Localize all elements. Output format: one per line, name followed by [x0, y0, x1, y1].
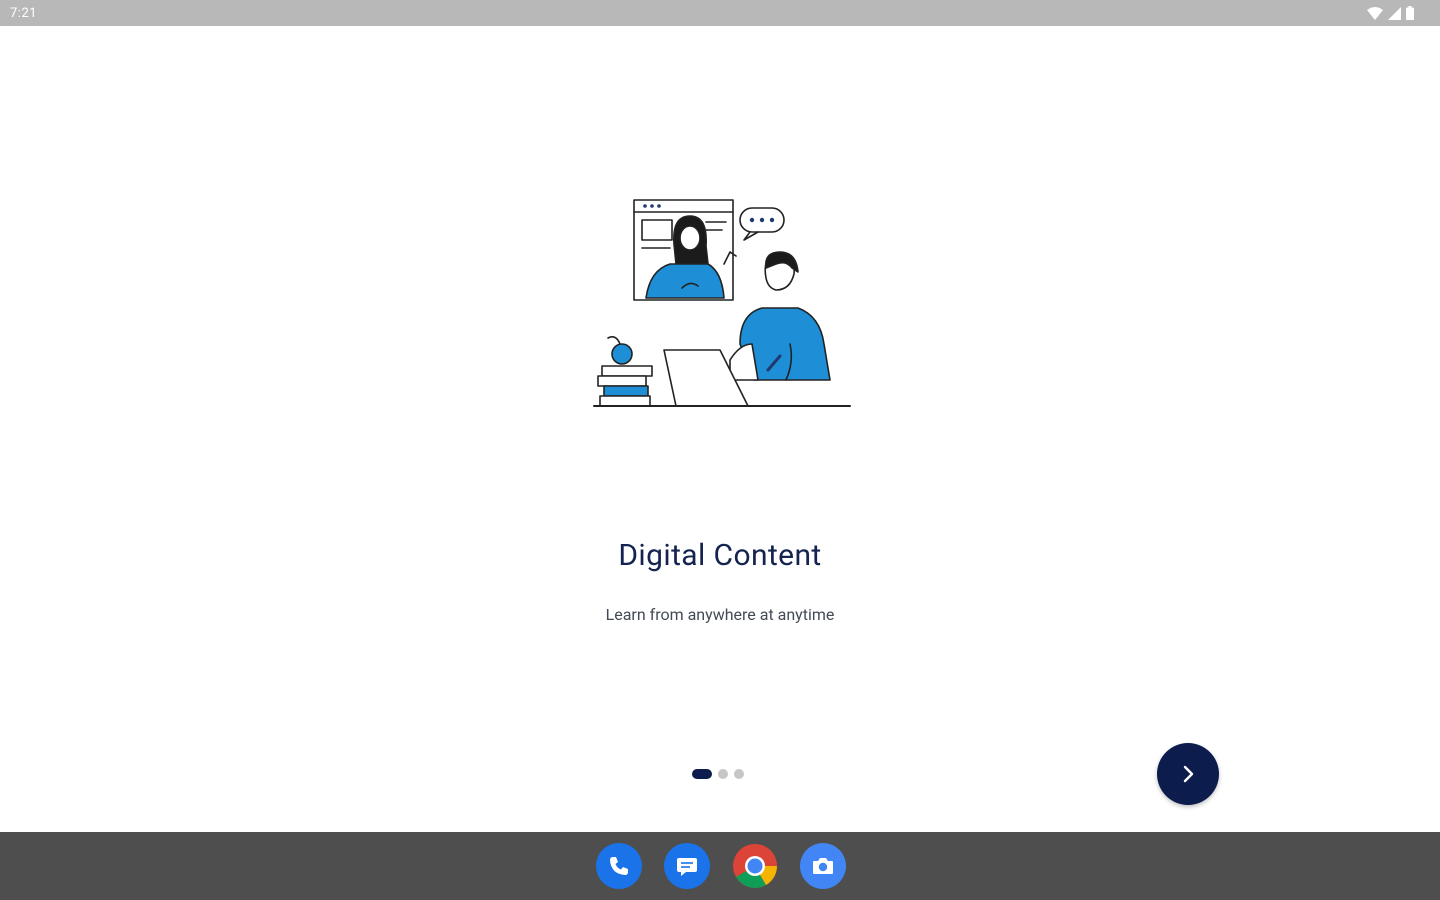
navigation-bar: [0, 832, 1440, 900]
phone-icon: [610, 857, 628, 875]
camera-icon: [813, 858, 833, 874]
phone-app[interactable]: [596, 843, 642, 889]
chrome-icon: [733, 844, 777, 888]
page-dot-2: [718, 769, 728, 779]
status-time: 7:21: [10, 6, 38, 21]
page-indicator: [692, 769, 744, 779]
status-bar: 7:21: [0, 0, 1440, 26]
chrome-app[interactable]: [732, 843, 778, 889]
onboarding-screen: Digital Content Learn from anywhere at a…: [0, 26, 1440, 832]
chevron-right-icon: [1183, 765, 1194, 783]
app-dock: [596, 843, 846, 889]
next-button[interactable]: [1157, 743, 1219, 805]
signal-icon: [1388, 6, 1401, 20]
camera-app[interactable]: [800, 843, 846, 889]
status-icons: [1367, 6, 1414, 20]
onboarding-subtitle: Learn from anywhere at anytime: [605, 605, 835, 624]
page-dot-3: [734, 769, 744, 779]
onboarding-title: Digital Content: [618, 538, 822, 573]
message-icon: [677, 858, 697, 876]
messages-app[interactable]: [664, 843, 710, 889]
page-dot-1: [692, 769, 712, 779]
wifi-icon: [1367, 6, 1383, 20]
battery-icon: [1406, 6, 1414, 20]
online-learning-illustration: [593, 199, 851, 407]
